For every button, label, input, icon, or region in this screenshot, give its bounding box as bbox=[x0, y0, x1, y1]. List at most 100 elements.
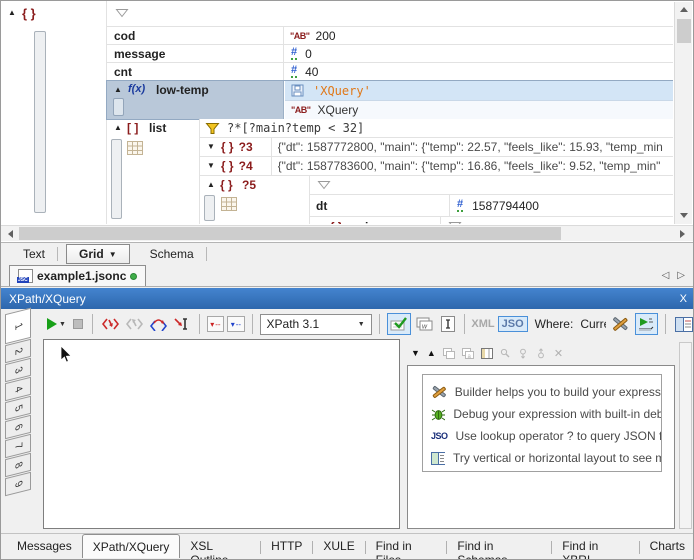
item-preview[interactable]: {"dt": 1587772800, "main": {"temp": 22.5… bbox=[278, 140, 663, 154]
lowtemp-result[interactable]: XQuery bbox=[318, 103, 359, 117]
item-key[interactable]: ?5 bbox=[242, 178, 256, 192]
show-window-button[interactable]: w bbox=[414, 313, 436, 335]
evaluator-mode-button[interactable] bbox=[635, 313, 658, 335]
key-main[interactable]: main bbox=[348, 220, 440, 225]
expand-icon[interactable]: ▼ bbox=[207, 162, 215, 170]
value-cell-dt[interactable]: # 1587794400 bbox=[449, 195, 673, 216]
collapse-icon[interactable]: ▲ bbox=[114, 86, 122, 94]
grid-row-main[interactable]: ▲ { } main bbox=[310, 217, 673, 224]
builder-mode-icon[interactable] bbox=[609, 313, 632, 335]
tab-messages[interactable]: Messages bbox=[7, 534, 82, 558]
table-view-icon[interactable] bbox=[127, 141, 143, 155]
copy-all-icon[interactable]: a bbox=[462, 348, 474, 359]
step-out-icon[interactable] bbox=[124, 313, 145, 335]
collapse-icon[interactable]: ▲ bbox=[207, 181, 215, 189]
filter-funnel-icon[interactable] bbox=[115, 8, 129, 19]
root-object-label[interactable]: { } bbox=[22, 6, 36, 21]
jso-mode-toggle[interactable]: JSO bbox=[498, 316, 528, 332]
scroll-left-button[interactable] bbox=[3, 226, 18, 241]
filter-funnel-icon[interactable] bbox=[448, 221, 462, 224]
tab-charts[interactable]: Charts bbox=[640, 534, 694, 558]
key-dt[interactable]: dt bbox=[316, 199, 449, 213]
step-over-icon[interactable] bbox=[148, 313, 169, 335]
search-key-icon[interactable] bbox=[500, 348, 511, 359]
lowtemp-formula-cell[interactable]: 'XQuery' bbox=[285, 81, 673, 100]
value-cell-cod[interactable]: "AB" 200 bbox=[283, 27, 673, 44]
stop-button[interactable] bbox=[71, 313, 85, 335]
collapse-bar[interactable] bbox=[113, 98, 124, 116]
value-cell-main[interactable] bbox=[440, 217, 673, 224]
expression-language-select[interactable]: XPath 3.1 ▼ bbox=[260, 314, 372, 335]
grid-vertical-scrollbar[interactable] bbox=[674, 2, 692, 224]
insert-breakpoint-button[interactable]: ▾-- bbox=[207, 316, 225, 332]
item-preview-cell[interactable]: {"dt": 1587772800, "main": {"temp": 22.5… bbox=[271, 138, 673, 156]
item5-filter-row[interactable] bbox=[310, 176, 673, 195]
key-message[interactable]: message bbox=[114, 47, 283, 61]
value-dt[interactable]: 1587794400 bbox=[472, 199, 539, 213]
value-cell-cnt[interactable]: # 40 bbox=[283, 63, 673, 80]
item5-key-cell[interactable]: ▲ { } ?5 bbox=[200, 176, 310, 224]
collapse-bar[interactable] bbox=[111, 139, 122, 219]
list-filter-expression[interactable]: ?*[?main?temp < 32] bbox=[227, 121, 364, 135]
key-lowtemp[interactable]: low-temp bbox=[156, 83, 209, 97]
scroll-down-button[interactable] bbox=[676, 208, 692, 223]
show-columns-icon[interactable] bbox=[481, 348, 493, 359]
previous-result-icon[interactable]: ▲ bbox=[427, 348, 436, 358]
tab-schema-view[interactable]: Schema bbox=[138, 245, 206, 263]
tab-http[interactable]: HTTP bbox=[261, 534, 312, 558]
tab-xpath-xquery[interactable]: XPath/XQuery bbox=[82, 534, 181, 558]
xml-mode-toggle[interactable]: XML bbox=[471, 318, 494, 330]
step-into-icon[interactable] bbox=[100, 313, 121, 335]
tab-grid-view[interactable]: Grid ▼ bbox=[66, 244, 130, 264]
tab-xule[interactable]: XULE bbox=[313, 534, 364, 558]
start-evaluation-button[interactable]: ▼ bbox=[45, 313, 68, 335]
search-down-icon[interactable] bbox=[518, 348, 529, 359]
grid-row-message[interactable]: message # 0 bbox=[107, 45, 673, 63]
scroll-right-button[interactable] bbox=[675, 226, 690, 241]
collapse-icon[interactable]: ▲ bbox=[317, 223, 325, 225]
grid-horizontal-scrollbar[interactable] bbox=[1, 225, 693, 241]
value-message[interactable]: 0 bbox=[305, 47, 312, 61]
value-cod[interactable]: 200 bbox=[316, 29, 336, 43]
key-cod[interactable]: cod bbox=[114, 29, 283, 43]
root-collapse-icon[interactable]: ▲ bbox=[8, 9, 16, 17]
root-collapse-bar[interactable] bbox=[34, 31, 46, 213]
list-filter-row[interactable]: ?*[?main?temp < 32] bbox=[200, 119, 673, 138]
item-key[interactable]: ?3 bbox=[239, 140, 271, 154]
scroll-up-button[interactable] bbox=[676, 2, 692, 17]
hscroll-thumb[interactable] bbox=[19, 227, 561, 240]
list-item-row[interactable]: ▼ { } ?3 {"dt": 1587772800, "main": {"te… bbox=[200, 138, 673, 157]
evaluate-on-typing-button[interactable] bbox=[387, 313, 411, 335]
copy-icon[interactable] bbox=[443, 348, 455, 359]
tab-text-view[interactable]: Text bbox=[11, 245, 57, 263]
expand-icon[interactable]: ▼ bbox=[207, 143, 215, 151]
value-cnt[interactable]: 40 bbox=[305, 65, 318, 79]
vscroll-thumb[interactable] bbox=[677, 19, 691, 43]
next-result-icon[interactable]: ▼ bbox=[411, 348, 420, 358]
run-to-cursor-icon[interactable] bbox=[172, 313, 192, 335]
key-cnt[interactable]: cnt bbox=[114, 65, 283, 79]
grid-row-dt[interactable]: dt # 1587794400 bbox=[310, 195, 673, 217]
list-item-row[interactable]: ▼ { } ?4 {"dt": 1587783600, "main": {"te… bbox=[200, 157, 673, 176]
value-cell-message[interactable]: # 0 bbox=[283, 45, 673, 62]
close-icon[interactable]: X bbox=[680, 293, 687, 305]
lowtemp-result-cell[interactable]: "AB" XQuery bbox=[285, 100, 673, 119]
search-up-icon[interactable] bbox=[536, 348, 547, 359]
key-list[interactable]: list bbox=[149, 121, 166, 135]
chevron-down-icon[interactable]: ▼ bbox=[109, 250, 117, 259]
filter-funnel-icon[interactable] bbox=[317, 180, 331, 191]
tab-find-in-xbrl[interactable]: Find in XBRL bbox=[552, 534, 638, 558]
item-key[interactable]: ?4 bbox=[239, 159, 271, 173]
grid-row-cod[interactable]: cod "AB" 200 bbox=[107, 27, 673, 45]
collapse-bar[interactable] bbox=[204, 195, 215, 221]
where-scope-select[interactable]: Curre bbox=[580, 317, 606, 331]
root-filter-row[interactable] bbox=[107, 1, 673, 27]
tab-find-in-files[interactable]: Find in Files bbox=[366, 534, 447, 558]
insert-tracepoint-button[interactable]: ▾-- bbox=[227, 316, 245, 332]
tab-xsl-outline[interactable]: XSL Outline bbox=[180, 534, 260, 558]
tab-scroll-right-icon[interactable]: ▷ bbox=[677, 270, 685, 281]
tab-scroll-left-icon[interactable]: ◁ bbox=[662, 270, 670, 281]
grid-row-lowtemp[interactable]: ▲ f(x) low-temp 'XQuery' "AB" XQuery bbox=[107, 81, 673, 119]
item-preview[interactable]: {"dt": 1587783600, "main": {"temp": 16.8… bbox=[278, 159, 661, 173]
tab-find-in-schemas[interactable]: Find in Schemas bbox=[447, 534, 551, 558]
